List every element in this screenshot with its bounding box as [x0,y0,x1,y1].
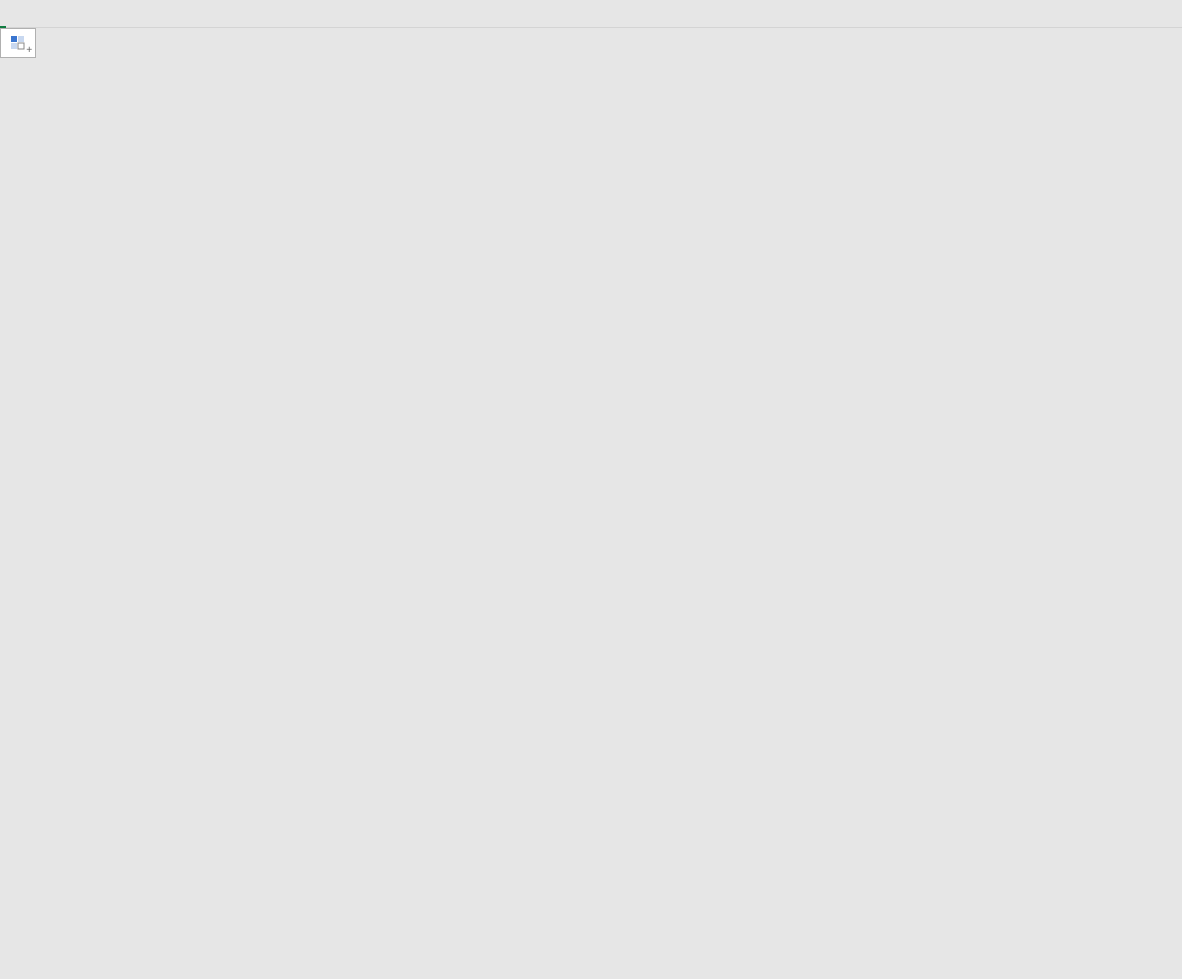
formula-bar-area [0,0,1182,28]
paste-options-icon [10,35,26,51]
paste-options-button[interactable] [0,28,36,58]
